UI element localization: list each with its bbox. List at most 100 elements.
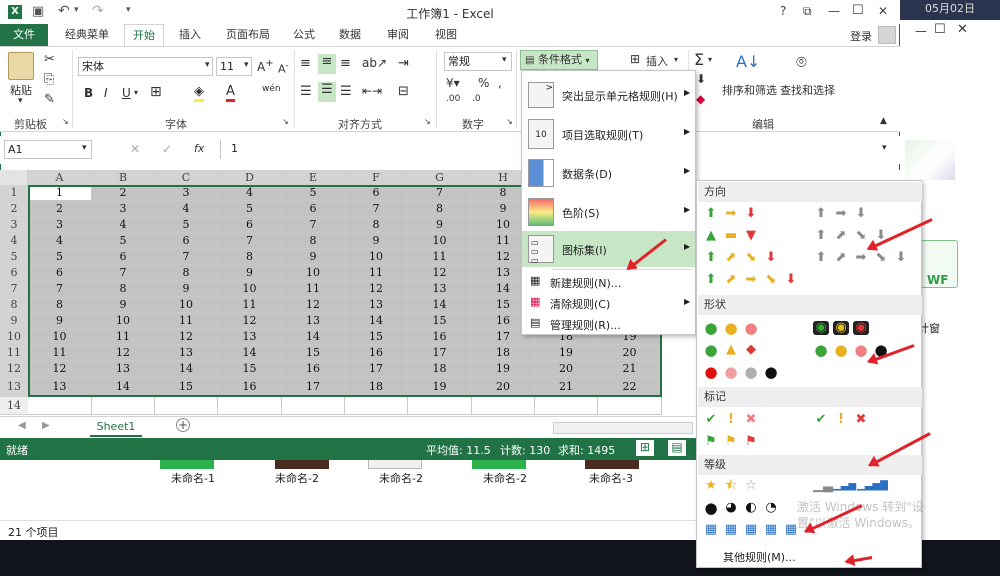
column-header[interactable]: A [28, 170, 92, 185]
align-middle-icon[interactable]: ≡ [318, 54, 336, 74]
menu-item-clear-rules[interactable]: ▦ 清除规则(C) ▶ [522, 293, 695, 313]
normal-view-icon[interactable]: ⊞ [636, 440, 654, 456]
confirm-entry-icon[interactable]: ✓ [162, 142, 172, 156]
cell[interactable] [282, 397, 345, 415]
save-icon[interactable]: ▣ [32, 4, 44, 19]
explorer-maximize[interactable]: ☐ [934, 22, 946, 37]
cell[interactable] [92, 397, 155, 415]
add-sheet-button[interactable]: + [176, 418, 190, 432]
grow-font-icon[interactable]: A+ [257, 58, 274, 74]
row-header[interactable]: 9 [0, 313, 28, 329]
file-name-1[interactable]: 未命名-1 [148, 470, 238, 486]
insert-cells-icon[interactable]: ⊞ [630, 52, 640, 66]
column-header[interactable]: G [408, 170, 472, 185]
borders-icon[interactable]: ⊞ [150, 84, 162, 100]
column-header[interactable]: B [92, 170, 155, 185]
row-header[interactable]: 1 [0, 185, 28, 201]
explorer-close[interactable]: ✕ [957, 22, 968, 37]
sheet-nav-next-icon[interactable]: ▶ [42, 420, 50, 431]
row-header[interactable]: 5 [0, 249, 28, 265]
shrink-font-icon[interactable]: A- [278, 60, 289, 76]
page-layout-view-icon[interactable]: ▤ [668, 440, 686, 456]
tab-data[interactable]: 数据 [330, 24, 370, 46]
font-launcher-icon[interactable]: ↘ [282, 117, 289, 126]
maximize-button[interactable]: ☐ [852, 3, 864, 18]
tab-classic-menu[interactable]: 经典菜单 [58, 24, 116, 46]
tab-formulas[interactable]: 公式 [284, 24, 324, 46]
paste-icon[interactable] [8, 52, 34, 80]
currency-icon[interactable]: ¥▾ [446, 76, 460, 90]
explorer-thumbnail[interactable] [905, 140, 955, 180]
close-button[interactable]: ✕ [878, 4, 888, 18]
row-header[interactable]: 8 [0, 297, 28, 313]
font-size-dropdown-icon[interactable]: ▾ [244, 60, 249, 70]
format-painter-icon[interactable]: ✎ [44, 92, 55, 107]
sort-filter-icon[interactable]: A↓ [736, 52, 760, 71]
row-header[interactable]: 2 [0, 201, 28, 217]
menu-item-new-rule[interactable]: ▦ 新建规则(N)... [522, 272, 695, 292]
sign-in-link[interactable]: 登录 [850, 28, 872, 44]
bold-button[interactable]: B [84, 86, 93, 100]
row-header[interactable]: 10 [0, 329, 28, 345]
cell[interactable] [472, 397, 535, 415]
undo-dropdown-icon[interactable]: ▾ [74, 5, 79, 15]
undo-icon[interactable]: ↶ [58, 3, 70, 19]
row-header[interactable]: 4 [0, 233, 28, 249]
row-header[interactable]: 12 [0, 361, 28, 377]
redo-icon[interactable]: ↷ [92, 3, 104, 19]
align-bottom-icon[interactable]: ≡ [340, 56, 351, 71]
tab-review[interactable]: 审阅 [376, 24, 420, 46]
clipboard-launcher-icon[interactable]: ↘ [62, 117, 69, 126]
ribbon-display-icon[interactable]: ⧉ [803, 4, 812, 19]
formula-input[interactable]: 1 [220, 140, 520, 159]
file-name-2[interactable]: 未命名-2 [252, 470, 342, 486]
cell[interactable] [598, 397, 662, 415]
qat-customize-icon[interactable]: ▾ [126, 5, 131, 15]
sheet-tab-sheet1[interactable]: Sheet1 [90, 417, 142, 437]
font-color-icon[interactable]: A [226, 84, 235, 102]
horizontal-scrollbar[interactable] [553, 422, 693, 434]
avatar[interactable] [878, 26, 896, 44]
percent-icon[interactable]: % [478, 76, 489, 90]
column-header[interactable]: D [218, 170, 282, 185]
orientation-icon[interactable]: ab↗ [362, 56, 387, 70]
file-name-5[interactable]: 未命名-3 [566, 470, 656, 486]
fill-color-icon[interactable]: ◈ [194, 84, 204, 102]
tab-page-layout[interactable]: 页面布局 [218, 24, 278, 46]
underline-button[interactable]: U [122, 86, 131, 100]
menu-item-top-bottom-rules[interactable]: 10 项目选取规则(T) ▶ [522, 116, 695, 152]
file-name-3[interactable]: 未命名-2 [356, 470, 446, 486]
name-box[interactable]: A1 [4, 140, 92, 159]
find-select-button[interactable]: 查找和选择 [780, 82, 835, 98]
menu-item-data-bars[interactable]: 数据条(D) ▶ [522, 155, 695, 191]
align-top-icon[interactable]: ≡ [300, 56, 311, 71]
help-button[interactable]: ? [780, 4, 786, 18]
cell[interactable] [408, 397, 472, 415]
insert-dropdown-icon[interactable]: ▾ [674, 55, 678, 64]
fill-icon[interactable]: ⬇ [696, 72, 706, 86]
menu-item-color-scales[interactable]: 色阶(S) ▶ [522, 194, 695, 230]
phonetic-button[interactable]: wén [262, 84, 281, 94]
conditional-format-button[interactable]: ▤ 条件格式 ▾ [520, 50, 598, 70]
autosum-icon[interactable]: Σ [694, 50, 704, 69]
number-launcher-icon[interactable]: ↘ [506, 117, 513, 126]
row-header[interactable]: 11 [0, 345, 28, 361]
underline-dropdown-icon[interactable]: ▾ [134, 88, 138, 97]
align-left-icon[interactable]: ☰ [300, 84, 312, 99]
merge-center-icon[interactable]: ⊟ [398, 84, 409, 99]
row-header[interactable]: 7 [0, 281, 28, 297]
row-header[interactable]: 6 [0, 265, 28, 281]
alignment-launcher-icon[interactable]: ↘ [424, 117, 431, 126]
explorer-minimize[interactable]: — [915, 24, 927, 38]
insert-function-button[interactable]: fx [194, 142, 204, 155]
font-name-dropdown-icon[interactable]: ▾ [205, 60, 210, 70]
menu-item-icon-sets[interactable]: ▭ ▭ ▭ 图标集(I) ▶ [522, 231, 695, 267]
insert-cells-button[interactable]: 插入 [646, 53, 668, 69]
sheet-nav-prev-icon[interactable]: ◀ [18, 420, 26, 431]
clear-icon[interactable]: ◆ [696, 92, 705, 106]
expand-formula-icon[interactable]: ▾ [882, 143, 887, 153]
tab-insert[interactable]: 插入 [170, 24, 210, 46]
align-center-icon[interactable]: ☰ [318, 82, 336, 102]
column-header[interactable]: E [282, 170, 345, 185]
cell[interactable] [155, 397, 218, 415]
